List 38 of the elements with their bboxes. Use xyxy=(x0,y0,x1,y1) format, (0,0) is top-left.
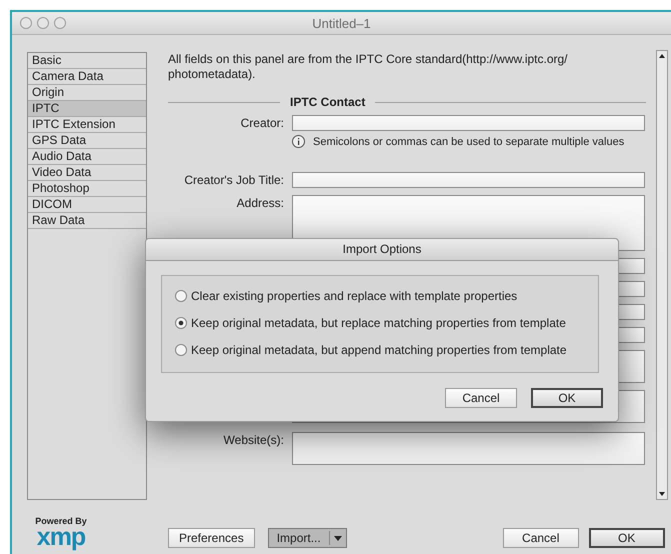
category-item[interactable]: Basic xyxy=(28,53,146,69)
category-item[interactable]: Photoshop xyxy=(28,181,146,197)
input-field[interactable] xyxy=(292,172,645,188)
category-item[interactable]: GPS Data xyxy=(28,133,146,149)
field-label: Website(s): xyxy=(222,432,285,448)
option-label[interactable]: Keep original metadata, but append matching properties from template xyxy=(191,342,567,358)
window-title: Untitled–1 xyxy=(312,16,371,30)
scrollbar[interactable] xyxy=(656,50,668,500)
input-field[interactable] xyxy=(292,115,645,131)
dialog-title: Import Options xyxy=(146,239,618,261)
category-item[interactable]: Raw Data xyxy=(28,213,146,229)
logo: xmp xyxy=(36,526,86,548)
dialog-button[interactable]: OK xyxy=(531,388,603,408)
option-label[interactable]: Keep original metadata, but replace matching properties from template xyxy=(191,315,566,331)
category-item[interactable]: Video Data xyxy=(28,165,146,181)
info-icon xyxy=(292,135,305,148)
option-label[interactable]: Clear existing properties and replace with template properties xyxy=(191,288,518,304)
category-item[interactable]: IPTC Extension xyxy=(28,117,146,133)
dialog-button[interactable]: Cancel xyxy=(502,528,579,548)
text-area[interactable] xyxy=(292,432,645,465)
field-label: Creator's Job Title: xyxy=(183,172,285,188)
dialog-button[interactable]: OK xyxy=(588,528,665,548)
import-button[interactable]: Import... xyxy=(268,528,347,548)
dialog-button[interactable]: Preferences xyxy=(168,528,255,548)
radio-button[interactable] xyxy=(175,344,187,356)
field-label: Address: xyxy=(236,195,285,211)
radio-button[interactable] xyxy=(175,317,187,329)
category-item[interactable]: DICOM xyxy=(28,197,146,213)
section-heading: IPTC Contact xyxy=(290,95,366,109)
radio-button[interactable] xyxy=(175,290,187,302)
field-label: Creator: xyxy=(240,115,285,131)
dialog-button[interactable]: Cancel xyxy=(445,388,517,408)
intro-text: All fields on this panel are from the IPTC Core standard(http://www.iptc.org/ photometadata). xyxy=(168,52,569,82)
hint-text: Semicolons or commas can be used to separate multiple values xyxy=(313,136,624,148)
logo-caption: Powered By xyxy=(35,516,87,526)
category-item[interactable]: Camera Data xyxy=(28,69,146,85)
category-item[interactable]: IPTC xyxy=(28,101,146,117)
category-item[interactable]: Audio Data xyxy=(28,149,146,165)
